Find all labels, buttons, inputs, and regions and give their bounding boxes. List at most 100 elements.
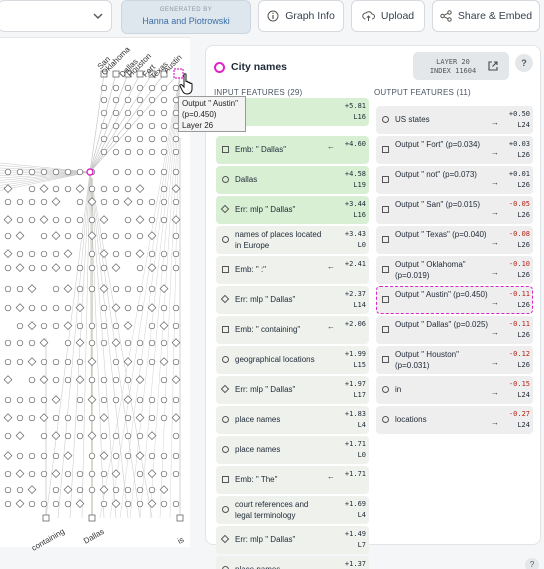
feature-node[interactable] <box>112 376 120 384</box>
feature-node[interactable] <box>112 396 120 404</box>
feature-node[interactable] <box>88 285 96 293</box>
feature-node[interactable] <box>4 396 12 404</box>
feature-node[interactable] <box>16 322 24 330</box>
feature-node[interactable] <box>136 264 144 272</box>
feature-node[interactable] <box>160 264 168 272</box>
feature-node[interactable] <box>172 500 180 508</box>
feature-node[interactable] <box>136 500 144 508</box>
feature-node[interactable] <box>28 470 36 478</box>
feature-node[interactable] <box>136 148 144 156</box>
feature-node[interactable] <box>100 470 108 478</box>
feature-node[interactable] <box>172 84 180 92</box>
feature-node[interactable] <box>112 432 120 440</box>
feature-node[interactable] <box>100 339 108 347</box>
error-node[interactable] <box>63 249 73 259</box>
feature-node[interactable] <box>160 304 168 312</box>
feature-node[interactable] <box>52 376 60 384</box>
error-node[interactable] <box>111 469 121 479</box>
error-node[interactable] <box>171 413 181 423</box>
feature-node[interactable] <box>148 135 156 143</box>
feature-node[interactable] <box>64 414 72 422</box>
feature-node[interactable] <box>160 414 168 422</box>
error-node[interactable] <box>39 184 49 194</box>
graph-select-dropdown[interactable] <box>0 0 112 32</box>
error-node[interactable] <box>99 215 109 225</box>
feature-node[interactable] <box>100 376 108 384</box>
output-feature-row[interactable]: US states +0.50 L24 → <box>376 106 533 134</box>
error-node[interactable] <box>27 357 37 367</box>
feature-node[interactable] <box>136 358 144 366</box>
feature-node[interactable] <box>52 452 60 460</box>
feature-node[interactable] <box>40 322 48 330</box>
error-node[interactable] <box>75 499 85 509</box>
feature-node[interactable] <box>112 486 120 494</box>
feature-node[interactable] <box>100 135 108 143</box>
feature-node[interactable] <box>88 486 96 494</box>
feature-node[interactable] <box>64 432 72 440</box>
feature-node[interactable] <box>160 84 168 92</box>
feature-node[interactable] <box>124 285 132 293</box>
corner-help-icon[interactable]: ? <box>525 558 539 569</box>
feature-node[interactable] <box>100 264 108 272</box>
feature-node[interactable] <box>76 264 84 272</box>
feature-node[interactable] <box>172 250 180 258</box>
feature-node[interactable] <box>52 185 60 193</box>
feature-node[interactable] <box>76 396 84 404</box>
feature-node[interactable] <box>76 486 84 494</box>
feature-node[interactable] <box>40 198 48 206</box>
error-node[interactable] <box>111 499 121 509</box>
feature-node[interactable] <box>76 216 84 224</box>
error-node[interactable] <box>15 263 25 273</box>
feature-node[interactable] <box>148 396 156 404</box>
feature-node[interactable] <box>16 414 24 422</box>
feature-node[interactable] <box>112 250 120 258</box>
feature-node[interactable] <box>52 500 60 508</box>
input-feature-row[interactable]: geographical locations+1.99L15← <box>216 346 369 374</box>
feature-node[interactable] <box>76 198 84 206</box>
feature-node[interactable] <box>76 285 84 293</box>
feature-node[interactable] <box>100 122 108 130</box>
error-node[interactable] <box>51 197 61 207</box>
feature-node[interactable] <box>112 452 120 460</box>
feature-node[interactable] <box>160 339 168 347</box>
error-node[interactable] <box>15 231 25 241</box>
feature-node[interactable] <box>28 452 36 460</box>
embedding-node[interactable] <box>42 514 50 522</box>
feature-node[interactable] <box>88 250 96 258</box>
feature-node[interactable] <box>124 84 132 92</box>
feature-node[interactable] <box>28 339 36 347</box>
feature-node[interactable] <box>28 396 36 404</box>
feature-node[interactable] <box>160 148 168 156</box>
feature-node[interactable] <box>148 250 156 258</box>
feature-node[interactable] <box>148 486 156 494</box>
feature-node[interactable] <box>100 198 108 206</box>
error-node[interactable] <box>39 338 49 348</box>
input-feature-row[interactable]: Emb: " containing" +2.06 ← <box>216 316 369 344</box>
feature-node[interactable] <box>76 414 84 422</box>
error-node[interactable] <box>51 263 61 273</box>
feature-node[interactable] <box>148 414 156 422</box>
feature-node[interactable] <box>64 264 72 272</box>
feature-node[interactable] <box>112 109 120 117</box>
feature-node[interactable] <box>160 250 168 258</box>
feature-node[interactable] <box>148 358 156 366</box>
error-node[interactable] <box>147 431 157 441</box>
feature-node[interactable] <box>40 264 48 272</box>
feature-node[interactable] <box>64 232 72 240</box>
feature-node[interactable] <box>112 122 120 130</box>
feature-node[interactable] <box>76 470 84 478</box>
error-node[interactable] <box>63 284 73 294</box>
output-feature-row[interactable]: in -0.15 L24 → <box>376 376 533 404</box>
feature-node[interactable] <box>28 304 36 312</box>
feature-node[interactable] <box>64 358 72 366</box>
feature-node[interactable] <box>16 198 24 206</box>
feature-node[interactable] <box>124 452 132 460</box>
feature-node[interactable] <box>16 396 24 404</box>
error-node[interactable] <box>99 413 109 423</box>
feature-node[interactable] <box>148 216 156 224</box>
feature-node[interactable] <box>136 486 144 494</box>
output-feature-row[interactable]: Output " Houston" (p=0.031) -0.12 L26 → <box>376 346 533 374</box>
feature-node[interactable] <box>172 396 180 404</box>
feature-node[interactable] <box>112 96 120 104</box>
feature-node[interactable] <box>100 500 108 508</box>
